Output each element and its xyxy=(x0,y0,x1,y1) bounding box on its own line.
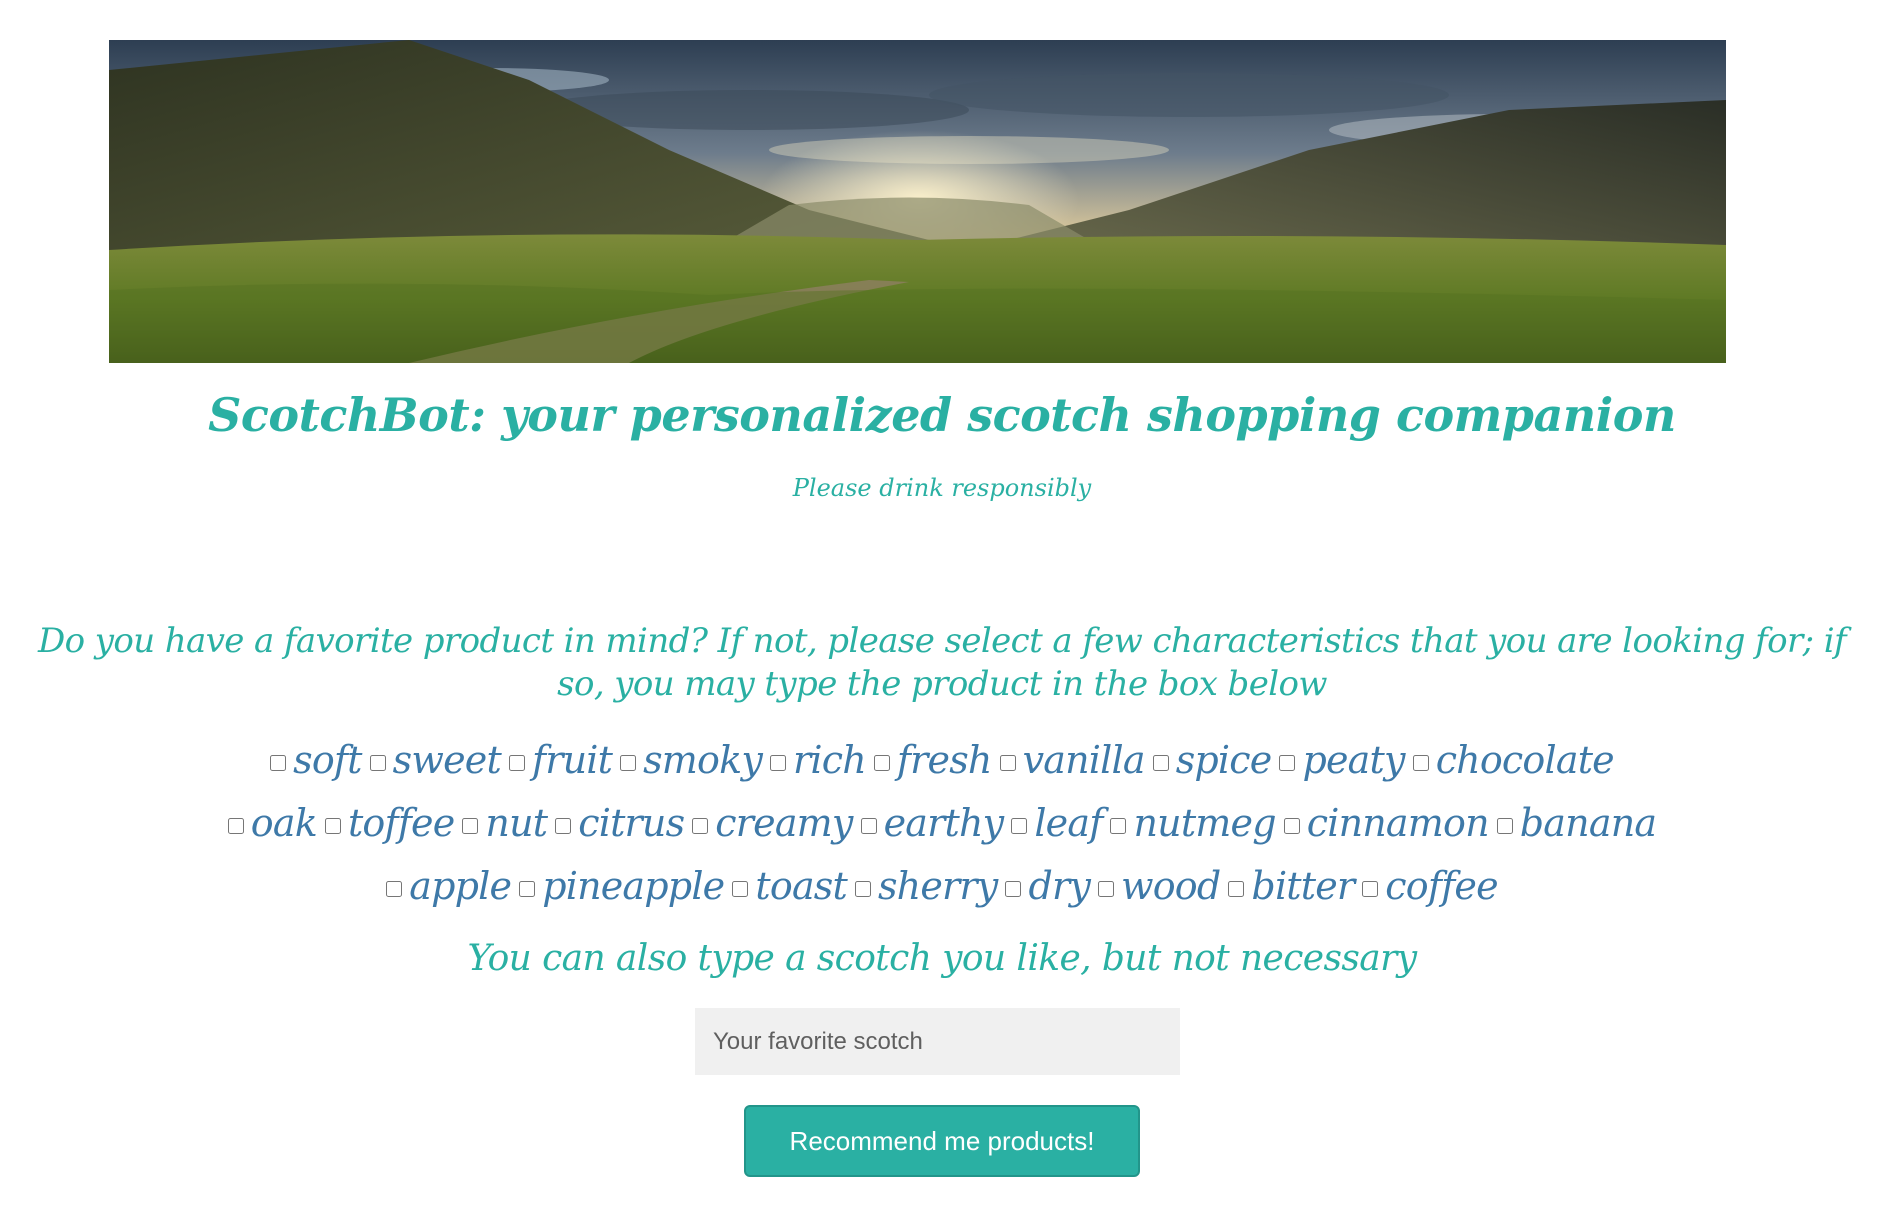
characteristic-checkbox[interactable] xyxy=(732,880,749,897)
characteristic-label: vanilla xyxy=(1022,737,1146,782)
characteristic-option[interactable]: fruit xyxy=(508,737,613,782)
characteristic-checkbox[interactable] xyxy=(1228,880,1245,897)
favorite-scotch-input[interactable] xyxy=(695,1008,1180,1075)
characteristic-option[interactable]: pineapple xyxy=(519,863,725,908)
characteristic-label: pineapple xyxy=(542,863,725,908)
characteristic-checkbox[interactable] xyxy=(1005,880,1022,897)
characteristic-option[interactable]: leaf xyxy=(1011,800,1103,845)
characteristic-checkbox[interactable] xyxy=(860,817,877,834)
characteristic-option[interactable]: citrus xyxy=(555,800,685,845)
characteristic-label: toffee xyxy=(347,800,455,845)
characteristic-checkbox[interactable] xyxy=(1496,817,1513,834)
characteristic-checkbox[interactable] xyxy=(999,754,1016,771)
characteristics-row: apple pineapple toast sherry dry wood bitter co… xyxy=(150,854,1734,917)
characteristic-option[interactable]: spice xyxy=(1152,737,1273,782)
characteristic-option[interactable]: creamy xyxy=(692,800,853,845)
characteristics-checkbox-group: soft sweet fruit smoky rich fresh vanilla spice… xyxy=(150,728,1734,917)
characteristic-option[interactable]: chocolate xyxy=(1412,737,1615,782)
characteristic-checkbox[interactable] xyxy=(519,880,536,897)
characteristics-question: Do you have a favorite product in mind? … xyxy=(38,621,1847,704)
page-title: ScotchBot: your personalized scotch shop… xyxy=(208,388,1676,442)
characteristic-checkbox[interactable] xyxy=(324,817,341,834)
characteristic-checkbox[interactable] xyxy=(227,817,244,834)
characteristic-option[interactable]: earthy xyxy=(860,800,1005,845)
hero-banner-image xyxy=(109,40,1726,363)
characteristic-label: fruit xyxy=(531,737,613,782)
characteristic-label: soft xyxy=(293,737,362,782)
characteristic-option[interactable]: apple xyxy=(386,863,512,908)
recommend-products-button[interactable]: Recommend me products! xyxy=(744,1105,1140,1177)
characteristic-option[interactable]: cinnamon xyxy=(1283,800,1490,845)
characteristic-checkbox[interactable] xyxy=(1152,754,1169,771)
characteristic-checkbox[interactable] xyxy=(555,817,572,834)
characteristic-label: bitter xyxy=(1251,863,1355,908)
characteristic-label: dry xyxy=(1028,863,1090,908)
characteristic-checkbox[interactable] xyxy=(1011,817,1028,834)
characteristics-row: oak toffee nut citrus creamy earthy leaf nutmeg… xyxy=(150,791,1734,854)
characteristic-label: nutmeg xyxy=(1133,800,1276,845)
characteristic-option[interactable]: vanilla xyxy=(999,737,1146,782)
characteristic-label: chocolate xyxy=(1435,737,1615,782)
characteristic-option[interactable]: nut xyxy=(462,800,548,845)
characteristic-label: rich xyxy=(793,737,867,782)
characteristic-checkbox[interactable] xyxy=(369,754,386,771)
characteristic-checkbox[interactable] xyxy=(620,754,637,771)
characteristic-label: smoky xyxy=(643,737,763,782)
characteristic-label: earthy xyxy=(883,800,1005,845)
characteristic-checkbox[interactable] xyxy=(854,880,871,897)
favorite-scotch-prompt: You can also type a scotch you like, but… xyxy=(467,938,1418,979)
characteristic-label: sherry xyxy=(877,863,998,908)
characteristic-checkbox[interactable] xyxy=(508,754,525,771)
characteristic-label: fresh xyxy=(896,737,993,782)
characteristic-checkbox[interactable] xyxy=(270,754,287,771)
characteristic-option[interactable]: sherry xyxy=(854,863,998,908)
characteristic-option[interactable]: nutmeg xyxy=(1110,800,1277,845)
characteristic-checkbox[interactable] xyxy=(1412,754,1429,771)
characteristic-label: citrus xyxy=(578,800,685,845)
characteristic-label: creamy xyxy=(715,800,853,845)
characteristic-checkbox[interactable] xyxy=(770,754,786,771)
characteristic-option[interactable]: sweet xyxy=(369,737,502,782)
characteristic-checkbox[interactable] xyxy=(1098,880,1114,897)
characteristic-checkbox[interactable] xyxy=(1362,880,1379,897)
characteristic-checkbox[interactable] xyxy=(1279,754,1296,771)
characteristic-checkbox[interactable] xyxy=(692,817,709,834)
characteristic-label: spice xyxy=(1175,737,1273,782)
characteristic-checkbox[interactable] xyxy=(873,754,890,771)
characteristic-label: coffee xyxy=(1385,863,1498,908)
characteristic-label: cinnamon xyxy=(1306,800,1490,845)
characteristic-label: peaty xyxy=(1302,737,1405,782)
characteristic-option[interactable]: rich xyxy=(770,737,867,782)
characteristic-label: nut xyxy=(485,800,548,845)
characteristic-option[interactable]: bitter xyxy=(1228,863,1355,908)
characteristics-row: soft sweet fruit smoky rich fresh vanilla spice… xyxy=(150,728,1734,791)
characteristic-option[interactable]: oak xyxy=(227,800,318,845)
characteristic-option[interactable]: banana xyxy=(1496,800,1657,845)
characteristic-checkbox[interactable] xyxy=(462,817,479,834)
characteristic-option[interactable]: dry xyxy=(1005,863,1091,908)
characteristic-label: wood xyxy=(1121,863,1221,908)
characteristic-option[interactable]: smoky xyxy=(620,737,763,782)
characteristic-label: toast xyxy=(755,863,847,908)
characteristic-option[interactable]: toast xyxy=(732,863,848,908)
characteristic-label: leaf xyxy=(1034,800,1103,845)
characteristic-label: apple xyxy=(409,863,512,908)
characteristic-option[interactable]: coffee xyxy=(1362,863,1499,908)
characteristic-option[interactable]: fresh xyxy=(873,737,993,782)
characteristic-option[interactable]: wood xyxy=(1098,863,1221,908)
characteristic-option[interactable]: soft xyxy=(270,738,362,782)
characteristic-option[interactable]: toffee xyxy=(324,800,455,845)
characteristic-checkbox[interactable] xyxy=(386,880,403,897)
characteristic-option[interactable]: peaty xyxy=(1279,737,1405,782)
characteristic-label: oak xyxy=(250,800,318,845)
characteristic-checkbox[interactable] xyxy=(1283,817,1300,834)
characteristic-checkbox[interactable] xyxy=(1110,817,1127,834)
characteristic-label: banana xyxy=(1519,800,1657,845)
characteristic-label: sweet xyxy=(392,737,502,782)
page-subtitle: Please drink responsibly xyxy=(792,474,1092,502)
